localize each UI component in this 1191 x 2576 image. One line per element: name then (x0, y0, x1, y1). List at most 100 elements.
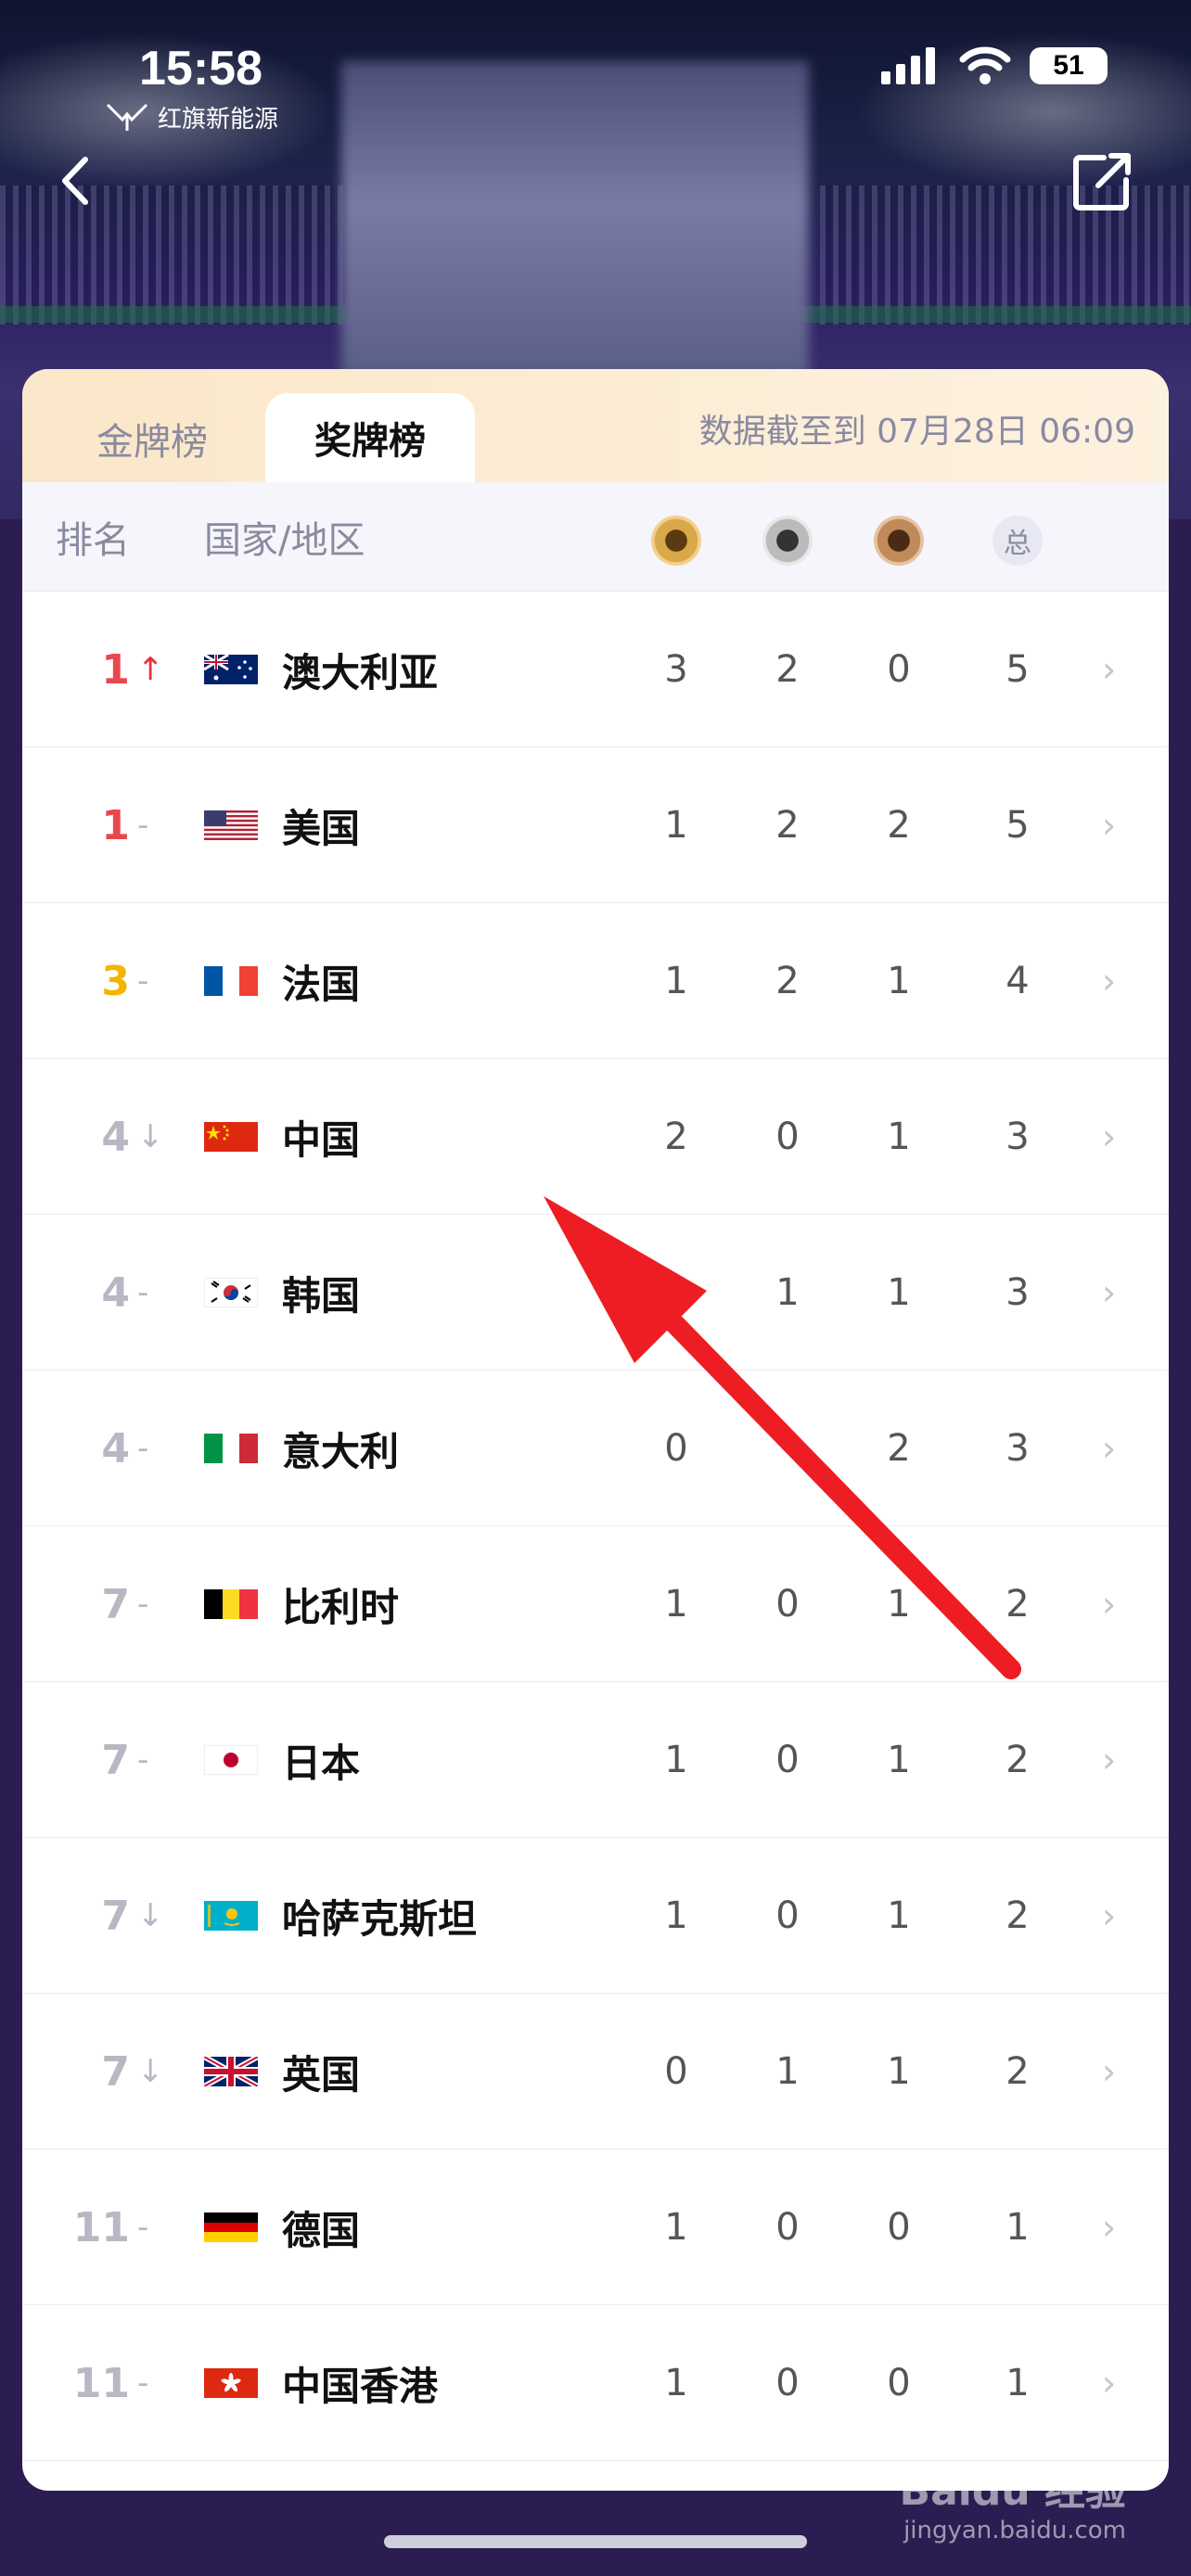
row-country: 英国 (282, 2051, 361, 2098)
row-bronze-count: 0 (887, 2206, 911, 2249)
row-country: 美国 (282, 805, 361, 851)
silver-medal-icon (762, 516, 813, 566)
update-timestamp: 数据截至到 07月28日 06:09 (698, 413, 1135, 451)
row-bronze-count: 1 (887, 1583, 911, 1626)
home-indicator[interactable] (384, 2535, 807, 2548)
row-bronze-count: 1 (887, 1894, 911, 1937)
row-country: 中国香港 (282, 2363, 439, 2409)
row-rank: 11 (72, 2203, 130, 2251)
table-row[interactable]: 4 - 韩国 1 1 3 › (22, 1215, 1169, 1371)
row-gold-count: 1 (664, 960, 688, 1002)
flag-au-icon (203, 653, 258, 684)
row-rank: 7 (101, 1892, 130, 1940)
row-total-count: 5 (1005, 804, 1030, 847)
row-country: 韩国 (282, 1272, 361, 1319)
row-rank: 7 (101, 1580, 130, 1628)
row-country: 法国 (282, 961, 361, 1007)
table-row[interactable]: 7 ↓ 哈萨克斯坦 1 0 1 2 › (22, 1838, 1169, 1994)
row-gold-count: 0 (664, 2050, 688, 2093)
table-header: 排名 国家/地区 总 (22, 482, 1169, 592)
flag-jp-icon (203, 1744, 259, 1776)
flag-hk-icon (204, 2368, 258, 2398)
battery-icon: 51 (1030, 47, 1108, 84)
brand-logo: 红旗新能源 (104, 100, 278, 134)
tab-gold-ranking[interactable]: 金牌榜 (59, 395, 245, 482)
row-silver-count: 0 (775, 1583, 800, 1626)
chevron-left-icon (62, 157, 88, 205)
row-rank: 1 (101, 801, 130, 849)
row-silver-count: 0 (775, 2206, 800, 2249)
total-icon: 总 (992, 516, 1043, 566)
tabs-bar: 金牌榜 奖牌榜 数据截至到 07月28日 06:09 (22, 369, 1169, 482)
chevron-right-icon: › (1102, 2051, 1117, 2092)
row-gold-count: 1 (664, 1739, 688, 1781)
row-total-count: 3 (1005, 1116, 1030, 1158)
share-button[interactable] (1070, 148, 1135, 213)
flag-kz-icon (204, 1901, 258, 1931)
row-rank: 4 (101, 1113, 130, 1161)
bronze-medal-icon (874, 516, 924, 566)
chevron-right-icon: › (1102, 805, 1117, 846)
trend-same-icon: - (137, 963, 149, 1000)
table-row[interactable]: 4 - 意大利 0 2 3 › (22, 1371, 1169, 1526)
trend-down-icon: ↓ (137, 1118, 164, 1155)
baidu-watermark: Baidu 经验 jingyan.baidu.com (900, 2457, 1126, 2544)
row-silver-count: 0 (775, 1116, 800, 1158)
trend-up-icon: ↑ (137, 651, 164, 688)
trend-same-icon: - (137, 2209, 149, 2246)
row-country: 比利时 (282, 1584, 400, 1630)
row-rank: 7 (101, 1736, 130, 1784)
chevron-right-icon: › (1102, 1428, 1117, 1469)
row-silver-count: 2 (775, 960, 800, 1002)
row-total-count: 3 (1005, 1427, 1030, 1470)
row-bronze-count: 2 (887, 1427, 911, 1470)
row-rank: 4 (101, 1424, 130, 1473)
status-bar: 15:58 51 (0, 37, 1191, 102)
row-silver-count (760, 1371, 815, 1526)
row-silver-count: 0 (775, 1739, 800, 1781)
row-total-count: 4 (1005, 960, 1030, 1002)
row-total-count: 5 (1005, 648, 1030, 691)
share-icon (1073, 153, 1131, 210)
row-silver-count: 1 (775, 1271, 800, 1314)
table-row[interactable]: 11 - 德国 1 0 0 1 › (22, 2149, 1169, 2305)
table-row[interactable]: 11 - 中国香港 1 0 0 1 › (22, 2305, 1169, 2461)
table-row[interactable]: 1 - 美国 1 2 2 5 › (22, 747, 1169, 903)
table-row[interactable]: 7 ↓ 英国 0 1 1 2 › (22, 1994, 1169, 2149)
row-bronze-count: 0 (887, 2362, 911, 2404)
chevron-right-icon: › (1102, 961, 1117, 1001)
row-gold-count (648, 1215, 704, 1371)
medal-table-card: 金牌榜 奖牌榜 数据截至到 07月28日 06:09 排名 国家/地区 总 1 … (22, 369, 1169, 2491)
header-country: 国家/地区 (204, 519, 365, 562)
row-gold-count: 1 (664, 2206, 688, 2249)
status-time: 15:58 (139, 42, 263, 96)
wifi-icon (959, 46, 1011, 84)
table-row[interactable]: 7 - 日本 1 0 1 2 › (22, 1682, 1169, 1838)
flag-us-icon (204, 810, 258, 840)
row-gold-count: 3 (664, 648, 688, 691)
status-icons: 51 (881, 46, 1108, 85)
row-gold-count: 1 (664, 2362, 688, 2404)
table-row[interactable]: 1 ↑ 澳大利亚 3 2 0 5 › (22, 592, 1169, 747)
brand-logo-text: 红旗新能源 (158, 106, 279, 134)
row-total-count: 2 (1005, 2050, 1030, 2093)
trend-down-icon: ↓ (137, 2053, 164, 2090)
signal-icon (881, 47, 935, 84)
back-button[interactable] (46, 148, 111, 213)
row-bronze-count: 1 (887, 1739, 911, 1781)
row-country: 意大利 (282, 1428, 400, 1474)
row-gold-count: 1 (664, 804, 688, 847)
chevron-right-icon: › (1102, 1895, 1117, 1936)
row-silver-count: 2 (775, 804, 800, 847)
row-rank: 11 (72, 2359, 130, 2407)
flag-gb-icon (202, 2054, 260, 2089)
row-total-count: 2 (1005, 1583, 1030, 1626)
watermark-subtitle: jingyan.baidu.com (903, 2517, 1126, 2544)
table-row[interactable]: 4 ↓ 中国 2 0 1 3 › (22, 1059, 1169, 1215)
trend-same-icon: - (137, 1274, 149, 1311)
chevron-right-icon: › (1102, 2363, 1117, 2404)
tab-medal-ranking[interactable]: 奖牌榜 (265, 393, 475, 482)
table-row[interactable]: 3 - 法国 1 2 1 4 › (22, 903, 1169, 1059)
hongqi-logo-icon (106, 103, 148, 131)
table-row[interactable]: 7 - 比利时 1 0 1 2 › (22, 1526, 1169, 1682)
